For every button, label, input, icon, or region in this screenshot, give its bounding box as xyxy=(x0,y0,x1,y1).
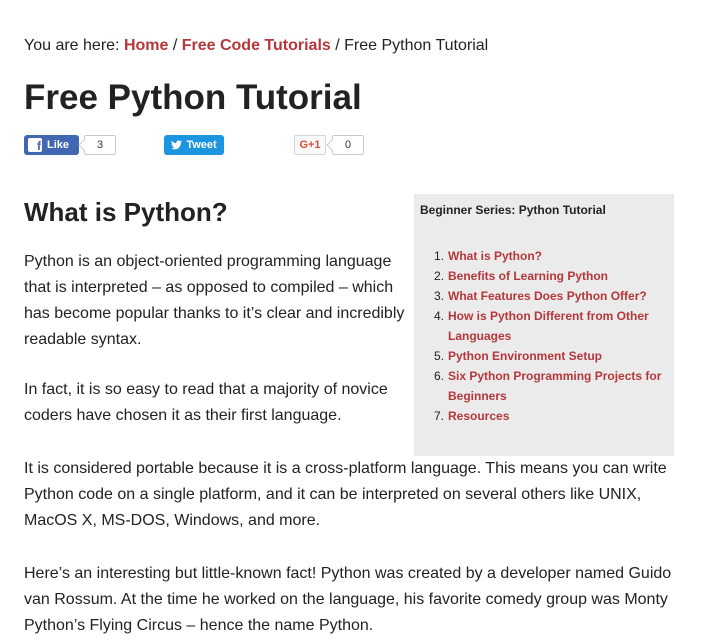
toc-item-number: 1. xyxy=(433,249,444,263)
series-title: Beginner Series: Python Tutorial xyxy=(420,203,606,217)
breadcrumb-tutorials-link[interactable]: Free Code Tutorials xyxy=(182,37,331,54)
toc-item-link[interactable]: Resources xyxy=(448,409,509,423)
toc-item-number: 4. xyxy=(433,309,444,323)
toc-item: 3. What Features Does Python Offer? xyxy=(430,286,670,306)
breadcrumb-home-link[interactable]: Home xyxy=(124,37,168,54)
breadcrumb-separator: / xyxy=(330,37,345,54)
toc-item-number: 7. xyxy=(433,409,444,423)
facebook-like-label: Like xyxy=(47,139,70,151)
google-plus-button[interactable]: G+1 xyxy=(294,135,326,155)
facebook-like-button[interactable]: f Like xyxy=(24,135,79,155)
toc-item-number: 5. xyxy=(433,349,444,363)
toc-item: 4. How is Python Different from Other Lan… xyxy=(430,306,670,346)
toc-item: 1. What is Python? xyxy=(430,246,670,266)
toc-item: 7. Resources xyxy=(430,406,670,426)
breadcrumb-prefix: You are here: xyxy=(24,37,124,54)
facebook-icon: f xyxy=(28,138,42,153)
google-plus-count: 0 xyxy=(332,135,364,155)
facebook-like-count: 3 xyxy=(84,135,116,155)
toc-item-link[interactable]: Python Environment Setup xyxy=(448,349,602,363)
paragraph: In fact, it is so easy to read that a ma… xyxy=(24,381,388,424)
toc-item-link[interactable]: Six Python Programming Projects for Begi… xyxy=(448,369,661,403)
page-title: Free Python Tutorial xyxy=(24,78,362,117)
toc-item: 5. Python Environment Setup xyxy=(430,346,670,366)
toc-item-number: 3. xyxy=(433,289,444,303)
twitter-bird-icon xyxy=(171,140,183,150)
toc-item: 2. Benefits of Learning Python xyxy=(430,266,670,286)
social-share-bar: f Like 3 Tweet G+1 0 xyxy=(24,135,364,155)
tutorial-series-box: Beginner Series: Python Tutorial 1. What … xyxy=(414,194,674,456)
section-heading: What is Python? xyxy=(24,197,228,227)
toc-item: 6. Six Python Programming Projects for Be… xyxy=(430,366,670,406)
breadcrumb-current: Free Python Tutorial xyxy=(344,37,489,54)
toc-item-link[interactable]: What Features Does Python Offer? xyxy=(448,289,647,303)
series-toc-list: 1. What is Python? 2. Benefits of Learning… xyxy=(430,246,670,426)
toc-item-number: 2. xyxy=(433,269,444,283)
google-plus-icon: G+1 xyxy=(299,139,321,151)
paragraph: It is considered portable because it is … xyxy=(24,460,667,529)
paragraph: Here’s an interesting but little-known f… xyxy=(24,565,672,634)
breadcrumb-separator: / xyxy=(168,37,182,54)
paragraph: Python is an object-oriented programming… xyxy=(24,253,405,348)
tweet-label: Tweet xyxy=(186,139,217,151)
tweet-button[interactable]: Tweet xyxy=(164,135,224,155)
toc-item-number: 6. xyxy=(433,369,444,383)
toc-item-link[interactable]: What is Python? xyxy=(448,249,542,263)
toc-item-link[interactable]: How is Python Different from Other Langu… xyxy=(448,309,649,343)
toc-item-link[interactable]: Benefits of Learning Python xyxy=(448,269,608,283)
breadcrumb: You are here: Home / Free Code Tutorials… xyxy=(24,36,488,56)
